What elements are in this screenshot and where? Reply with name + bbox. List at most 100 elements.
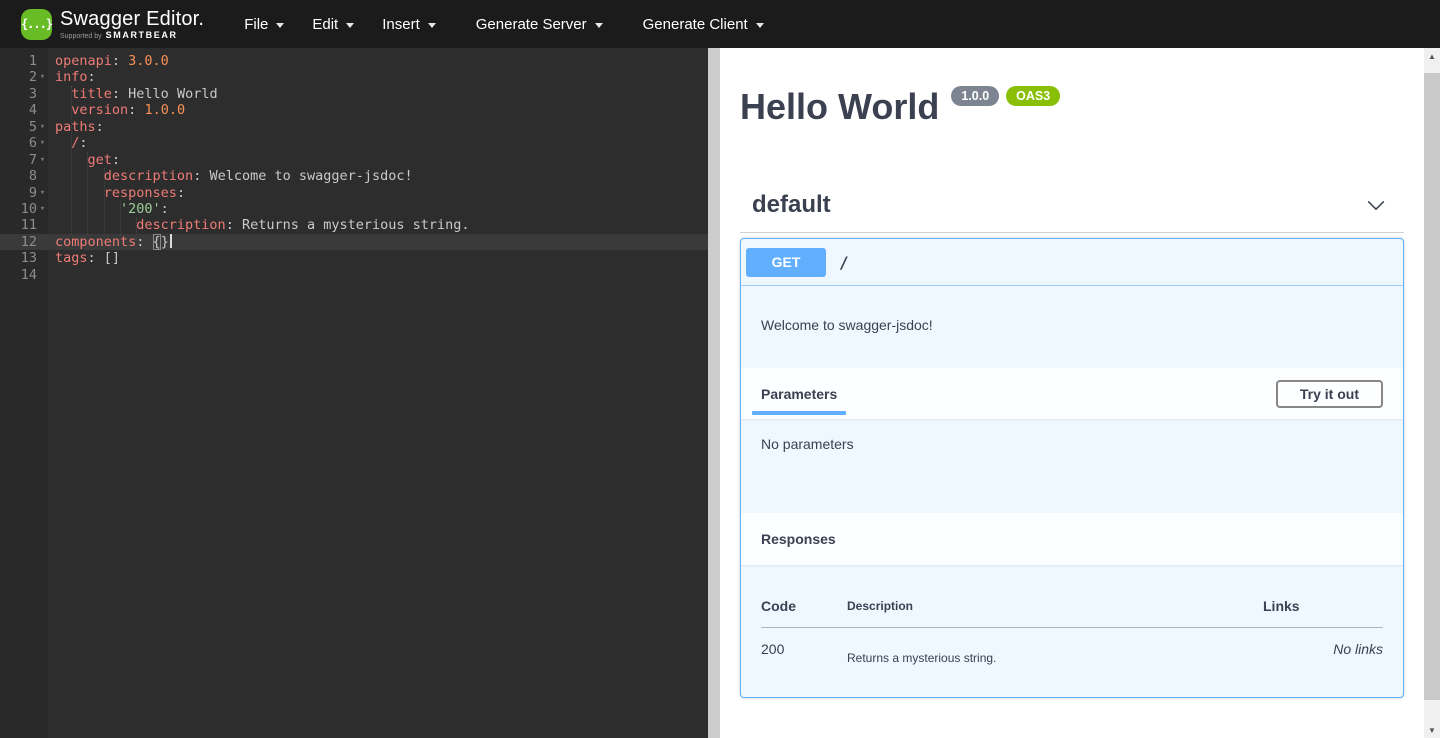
parameters-header: Parameters Try it out (741, 368, 1403, 419)
swagger-braces-icon: {...} (21, 9, 52, 40)
logo-link[interactable]: {...} Swagger Editor. Supported by SMART… (21, 8, 204, 40)
fold-toggle-icon[interactable]: ▾ (37, 185, 48, 201)
editor-line[interactable]: 6▾ /: (0, 135, 708, 151)
chevron-down-icon[interactable] (1364, 193, 1388, 217)
menu-insert-label: Insert (382, 16, 420, 33)
response-description: Returns a mysterious string. (847, 628, 1263, 666)
editor-line[interactable]: 3 title: Hello World (0, 86, 708, 102)
response-row-200: 200 Returns a mysterious string. No link… (761, 628, 1383, 666)
api-info: Hello World 1.0.0 OAS3 (740, 88, 1404, 126)
preview-content: Hello World 1.0.0 OAS3 default GET / Wel… (720, 48, 1424, 738)
menu-file[interactable]: File (230, 10, 298, 39)
version-badge: 1.0.0 (951, 86, 999, 106)
opblock-get: GET / Welcome to swagger-jsdoc! Paramete… (740, 238, 1404, 698)
editor-line[interactable]: 10▾ '200': (0, 201, 708, 217)
operation-summary[interactable]: GET / (741, 239, 1403, 286)
operation-description: Welcome to swagger-jsdoc! (741, 286, 1403, 368)
parameters-body: No parameters (741, 419, 1403, 513)
api-title: Hello World (740, 88, 939, 126)
operation-path: / (839, 253, 849, 272)
code-line-text: responses: (48, 185, 185, 201)
oas3-badge: OAS3 (1006, 86, 1060, 106)
code-line-text: '200': (48, 201, 169, 217)
column-header-links: Links (1263, 583, 1383, 628)
code-line-text: openapi: 3.0.0 (48, 53, 169, 69)
brand-title: Swagger Editor. (60, 8, 204, 30)
fold-toggle-icon[interactable]: ▾ (37, 69, 48, 85)
editor-line[interactable]: 14 (0, 267, 708, 283)
tab-parameters[interactable]: Parameters (752, 386, 846, 402)
menu-insert[interactable]: Insert (368, 10, 450, 39)
responses-heading: Responses (761, 531, 836, 547)
line-number: 14 (0, 267, 48, 283)
line-number: 5▾ (0, 119, 48, 135)
line-number: 2▾ (0, 69, 48, 85)
caret-down-icon (346, 23, 354, 28)
editor-line[interactable]: 12components: {} (0, 234, 708, 250)
swagger-ui-preview: Hello World 1.0.0 OAS3 default GET / Wel… (720, 48, 1440, 738)
caret-down-icon (276, 23, 284, 28)
fold-toggle-icon[interactable]: ▾ (37, 119, 48, 135)
supported-by-label: Supported by (60, 33, 102, 40)
logo-text: Swagger Editor. Supported by SMARTBEAR (60, 8, 204, 40)
menu-generate-client[interactable]: Generate Client (629, 10, 778, 39)
response-links: No links (1263, 628, 1383, 666)
topbar: {...} Swagger Editor. Supported by SMART… (0, 0, 1440, 48)
response-code: 200 (761, 628, 847, 666)
responses-body: Code Description Links 200 Returns a mys… (741, 565, 1403, 697)
caret-down-icon (428, 23, 436, 28)
editor-line[interactable]: 5▾paths: (0, 119, 708, 135)
fold-toggle-icon[interactable]: ▾ (37, 135, 48, 151)
code-line-text: version: 1.0.0 (48, 102, 185, 118)
code-line-text (48, 267, 55, 283)
code-line-text: components: {} (48, 234, 172, 250)
menu-generate-client-label: Generate Client (643, 16, 748, 33)
method-badge: GET (746, 248, 826, 277)
responses-header: Responses (741, 513, 1403, 565)
scrollbar-thumb[interactable] (1424, 73, 1440, 700)
column-header-description: Description (847, 583, 1263, 628)
editor-line[interactable]: 7▾ get: (0, 152, 708, 168)
fold-toggle-icon[interactable]: ▾ (37, 201, 48, 217)
editor-line[interactable]: 4 version: 1.0.0 (0, 102, 708, 118)
line-number: 1 (0, 53, 48, 69)
line-number: 4 (0, 102, 48, 118)
code-line-text: get: (48, 152, 120, 168)
parameters-label: Parameters (761, 386, 837, 402)
preview-scrollbar[interactable]: ▲ ▼ (1424, 48, 1440, 738)
editor-line[interactable]: 11 description: Returns a mysterious str… (0, 217, 708, 233)
column-header-code: Code (761, 583, 847, 628)
line-number: 6▾ (0, 135, 48, 151)
line-number: 10▾ (0, 201, 48, 217)
no-parameters-text: No parameters (761, 436, 854, 452)
scroll-up-button[interactable]: ▲ (1424, 48, 1440, 64)
pane-splitter[interactable] (708, 48, 720, 738)
line-number: 9▾ (0, 185, 48, 201)
fold-toggle-icon[interactable]: ▾ (37, 152, 48, 168)
editor-line[interactable]: 1openapi: 3.0.0 (0, 53, 708, 69)
menu-edit[interactable]: Edit (298, 10, 368, 39)
code-line-text: tags: [] (48, 250, 120, 266)
menu-bar: File Edit Insert Generate Server Generat… (230, 10, 778, 39)
responses-table: Code Description Links 200 Returns a mys… (761, 583, 1383, 665)
menu-generate-server[interactable]: Generate Server (462, 10, 617, 39)
code-line-text: description: Returns a mysterious string… (48, 217, 470, 233)
editor-line[interactable]: 8 description: Welcome to swagger-jsdoc! (0, 168, 708, 184)
line-number: 3 (0, 86, 48, 102)
try-it-out-button[interactable]: Try it out (1276, 380, 1383, 408)
scroll-down-button[interactable]: ▼ (1424, 722, 1440, 738)
tag-section-default[interactable]: default (740, 188, 1404, 233)
smartbear-label: SMARTBEAR (106, 30, 178, 40)
editor-line[interactable]: 2▾info: (0, 69, 708, 85)
menu-generate-server-label: Generate Server (476, 16, 587, 33)
code-line-text: info: (48, 69, 96, 85)
tag-name: default (740, 191, 831, 219)
editor-lines: 1openapi: 3.0.02▾info:3 title: Hello Wor… (0, 53, 708, 283)
editor-line[interactable]: 13tags: [] (0, 250, 708, 266)
caret-down-icon (756, 23, 764, 28)
editor-line[interactable]: 9▾ responses: (0, 185, 708, 201)
swagger-editor-app: {...} Swagger Editor. Supported by SMART… (0, 0, 1440, 738)
code-line-text: description: Welcome to swagger-jsdoc! (48, 168, 413, 184)
code-editor[interactable]: 1openapi: 3.0.02▾info:3 title: Hello Wor… (0, 48, 708, 738)
code-line-text: paths: (48, 119, 104, 135)
